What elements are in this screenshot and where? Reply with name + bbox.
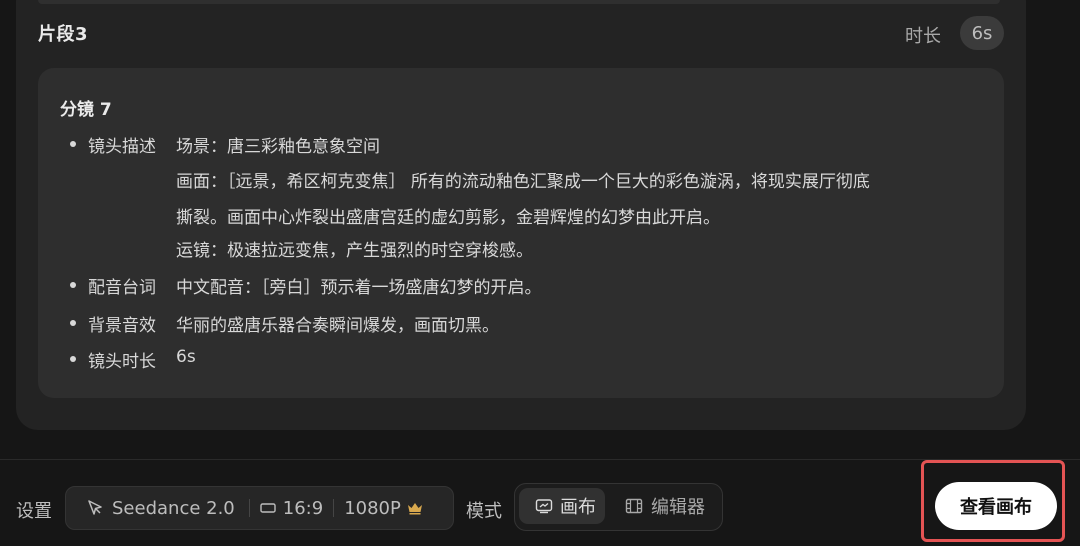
aspect-ratio-icon <box>260 502 276 514</box>
resolution-selector[interactable]: 1080P <box>344 498 423 519</box>
film-icon <box>625 498 643 514</box>
row-label: 镜头时长 <box>88 352 156 372</box>
mode-canvas-label: 画布 <box>560 497 596 518</box>
crown-icon <box>407 501 423 515</box>
settings-label: 设置 <box>16 501 52 522</box>
mode-switch: 画布 编辑器 <box>514 483 723 531</box>
shot-row-voiceover: 配音台词 中文配音：［旁白］预示着一场盛唐幻梦的开启。 <box>70 273 990 298</box>
bullet-dot <box>70 356 76 362</box>
row-text-line: 撕裂。画面中心炸裂出盛唐宫廷的虚幻剪影，金碧辉煌的幻梦由此开启。 <box>176 208 720 228</box>
ratio-value: 16:9 <box>282 497 324 519</box>
shot-row-duration: 镜头时长 6s <box>70 347 990 372</box>
row-text-line: 运镜：极速拉远变焦，产生强烈的时空穿梭感。 <box>176 241 533 261</box>
row-text-line: 画面：［远景，希区柯克变焦］ 所有的流动釉色汇聚成一个巨大的彩色漩涡，将现实展厅… <box>176 172 870 192</box>
mode-canvas-button[interactable]: 画布 <box>519 488 605 524</box>
shot-row-sound: 背景音效 华丽的盛唐乐器合奏瞬间爆发，画面切黑。 <box>70 311 990 336</box>
row-label: 背景音效 <box>88 316 156 336</box>
cursor-arrow-icon <box>86 499 104 517</box>
resolution-value: 1080P <box>344 497 401 519</box>
view-canvas-button[interactable]: 查看画布 <box>935 482 1057 530</box>
canvas-icon <box>535 498 553 514</box>
mode-editor-label: 编辑器 <box>651 497 705 518</box>
generation-settings[interactable]: Seedance 2.0 16:9 1080P <box>65 486 454 530</box>
mode-editor-button[interactable]: 编辑器 <box>611 488 717 524</box>
model-selector[interactable]: Seedance 2.0 <box>86 498 235 519</box>
shot-title: 分镜 7 <box>60 100 112 120</box>
bullet-dot <box>70 282 76 288</box>
segment-title: 片段3 <box>38 24 89 45</box>
separator <box>248 499 250 517</box>
row-label: 镜头描述 <box>88 137 156 157</box>
model-name: Seedance 2.0 <box>112 497 235 519</box>
previous-segment-edge <box>38 0 1000 4</box>
duration-label: 时长 <box>905 26 941 47</box>
ratio-selector[interactable]: 16:9 <box>260 498 323 519</box>
separator <box>333 499 335 517</box>
shot-row-description: 镜头描述 场景：唐三彩釉色意象空间 画面：［远景，希区柯克变焦］ 所有的流动釉色… <box>70 132 990 262</box>
bottom-toolbar: 设置 Seedance 2.0 16:9 1080P 模式 画布 编辑器 查看画… <box>0 460 1080 546</box>
row-text-line: 华丽的盛唐乐器合奏瞬间爆发，画面切黑。 <box>176 316 499 336</box>
mode-label: 模式 <box>466 501 502 522</box>
row-label: 配音台词 <box>88 278 156 298</box>
row-text-line: 中文配音：［旁白］预示着一场盛唐幻梦的开启。 <box>176 278 542 298</box>
row-text-line: 场景：唐三彩釉色意象空间 <box>176 137 380 157</box>
row-text-line: 6s <box>176 347 196 367</box>
bullet-dot <box>70 141 76 147</box>
bullet-dot <box>70 320 76 326</box>
duration-badge[interactable]: 6s <box>960 16 1004 50</box>
